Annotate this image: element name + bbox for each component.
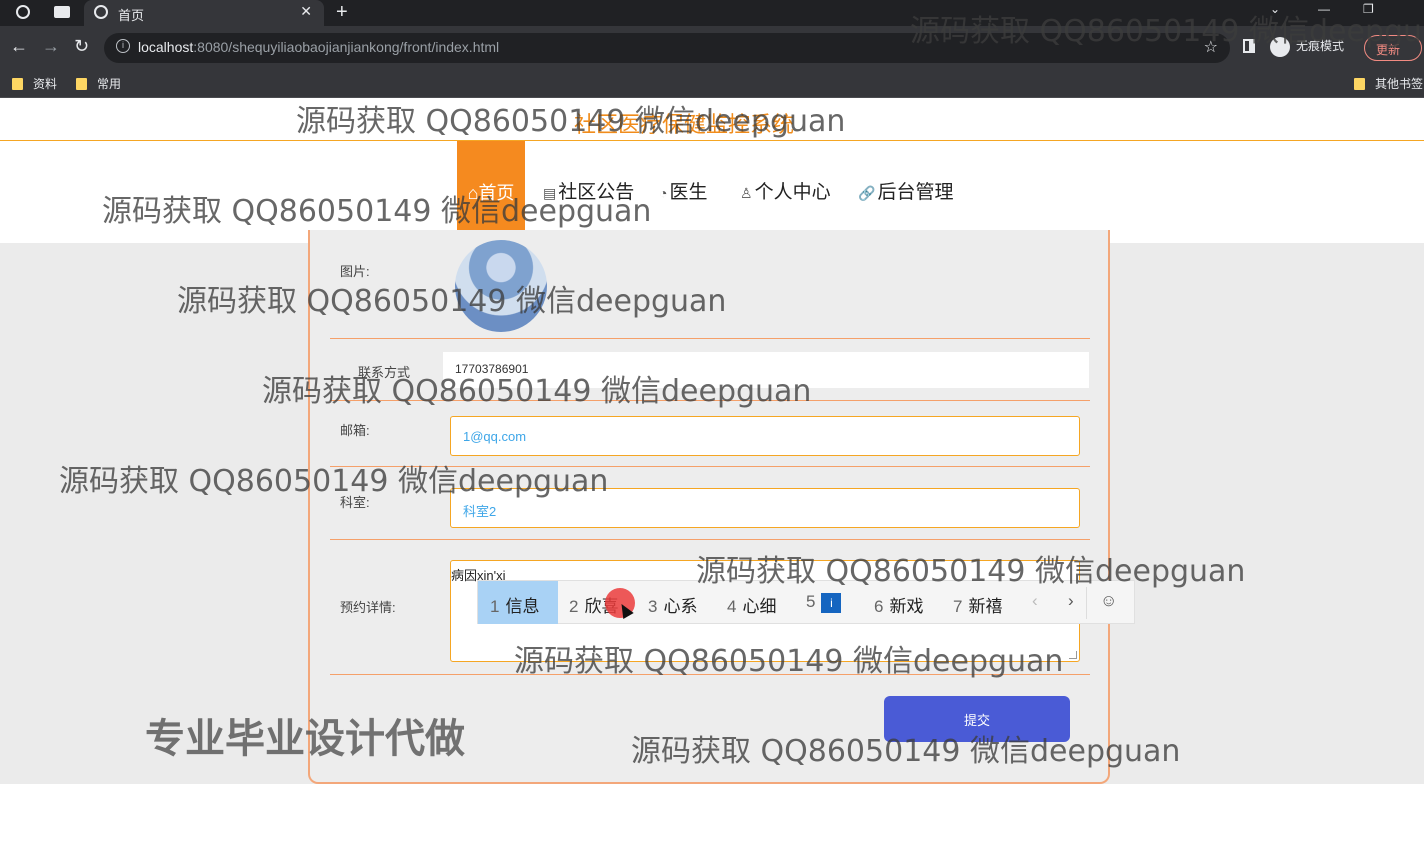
ime-candidate[interactable]: 1 信息 bbox=[478, 581, 558, 624]
watermark: 源码获取 QQ86050149 微信deepguan bbox=[514, 644, 1064, 679]
tab-title: 首页 bbox=[118, 8, 145, 23]
watermark: 源码获取 QQ86050149 微信deepguan bbox=[631, 734, 1181, 769]
divider bbox=[1086, 587, 1087, 619]
user-icon: ♙ bbox=[740, 185, 753, 201]
tab-home[interactable]: 首页 ✕ bbox=[84, 0, 324, 26]
url-text: localhost:8080/shequyiliaobaojianjiankon… bbox=[138, 39, 500, 55]
watermark: 源码获取 QQ86050149 微信deepguan bbox=[296, 104, 846, 139]
bookmarks-bar: 资料 常用 其他书签 bbox=[0, 70, 1424, 98]
back-button[interactable]: ← bbox=[10, 36, 28, 57]
promo-watermark: 专业毕业设计代做 bbox=[145, 716, 465, 762]
detail-label: 预约详情: bbox=[340, 600, 396, 615]
tab-search-icon[interactable] bbox=[54, 6, 70, 18]
forward-button[interactable]: → bbox=[42, 36, 60, 57]
watermark: 源码获取 QQ86050149 微信deepguan bbox=[910, 14, 1424, 49]
watermark: 源码获取 QQ86050149 微信deepguan bbox=[102, 194, 652, 229]
email-field[interactable]: 1@qq.com bbox=[450, 416, 1080, 456]
folder-icon bbox=[12, 78, 23, 90]
bookmark-folder-changyong[interactable]: 常用 bbox=[76, 75, 121, 92]
ime-candidate[interactable]: 3 心系 bbox=[648, 581, 697, 624]
divider bbox=[330, 539, 1090, 540]
prev-page-icon[interactable]: ‹ bbox=[1032, 591, 1038, 611]
dashboard-icon: ◔ bbox=[659, 185, 668, 201]
info-icon: i bbox=[821, 592, 842, 613]
nav-item-doctor[interactable]: ◔ 医生 bbox=[659, 177, 707, 204]
bookmark-folder-ziliao[interactable]: 资料 bbox=[12, 75, 57, 92]
reload-button[interactable]: ↻ bbox=[74, 36, 89, 57]
watermark: 源码获取 QQ86050149 微信deepguan bbox=[696, 554, 1246, 589]
nav-item-admin[interactable]: 🔗 后台管理 bbox=[858, 177, 953, 204]
globe-icon bbox=[94, 5, 108, 19]
folder-icon bbox=[76, 78, 87, 90]
browser-icon[interactable] bbox=[16, 5, 30, 19]
next-page-icon[interactable]: › bbox=[1068, 591, 1074, 611]
nav-item-profile[interactable]: ♙ 个人中心 bbox=[740, 177, 831, 204]
watermark: 源码获取 QQ86050149 微信deepguan bbox=[59, 464, 609, 499]
info-icon[interactable]: i bbox=[116, 39, 130, 53]
close-icon[interactable]: ✕ bbox=[300, 3, 312, 20]
link-icon: 🔗 bbox=[858, 185, 876, 201]
new-tab-button[interactable]: + bbox=[336, 1, 348, 24]
folder-icon bbox=[1354, 78, 1365, 90]
other-bookmarks[interactable]: 其他书签 bbox=[1354, 75, 1423, 92]
emoji-icon[interactable]: ☺ bbox=[1100, 591, 1117, 611]
watermark: 源码获取 QQ86050149 微信deepguan bbox=[262, 374, 812, 409]
email-label: 邮箱: bbox=[340, 423, 370, 438]
divider bbox=[330, 338, 1090, 339]
resize-handle[interactable] bbox=[1069, 651, 1077, 659]
watermark: 源码获取 QQ86050149 微信deepguan bbox=[177, 284, 727, 319]
